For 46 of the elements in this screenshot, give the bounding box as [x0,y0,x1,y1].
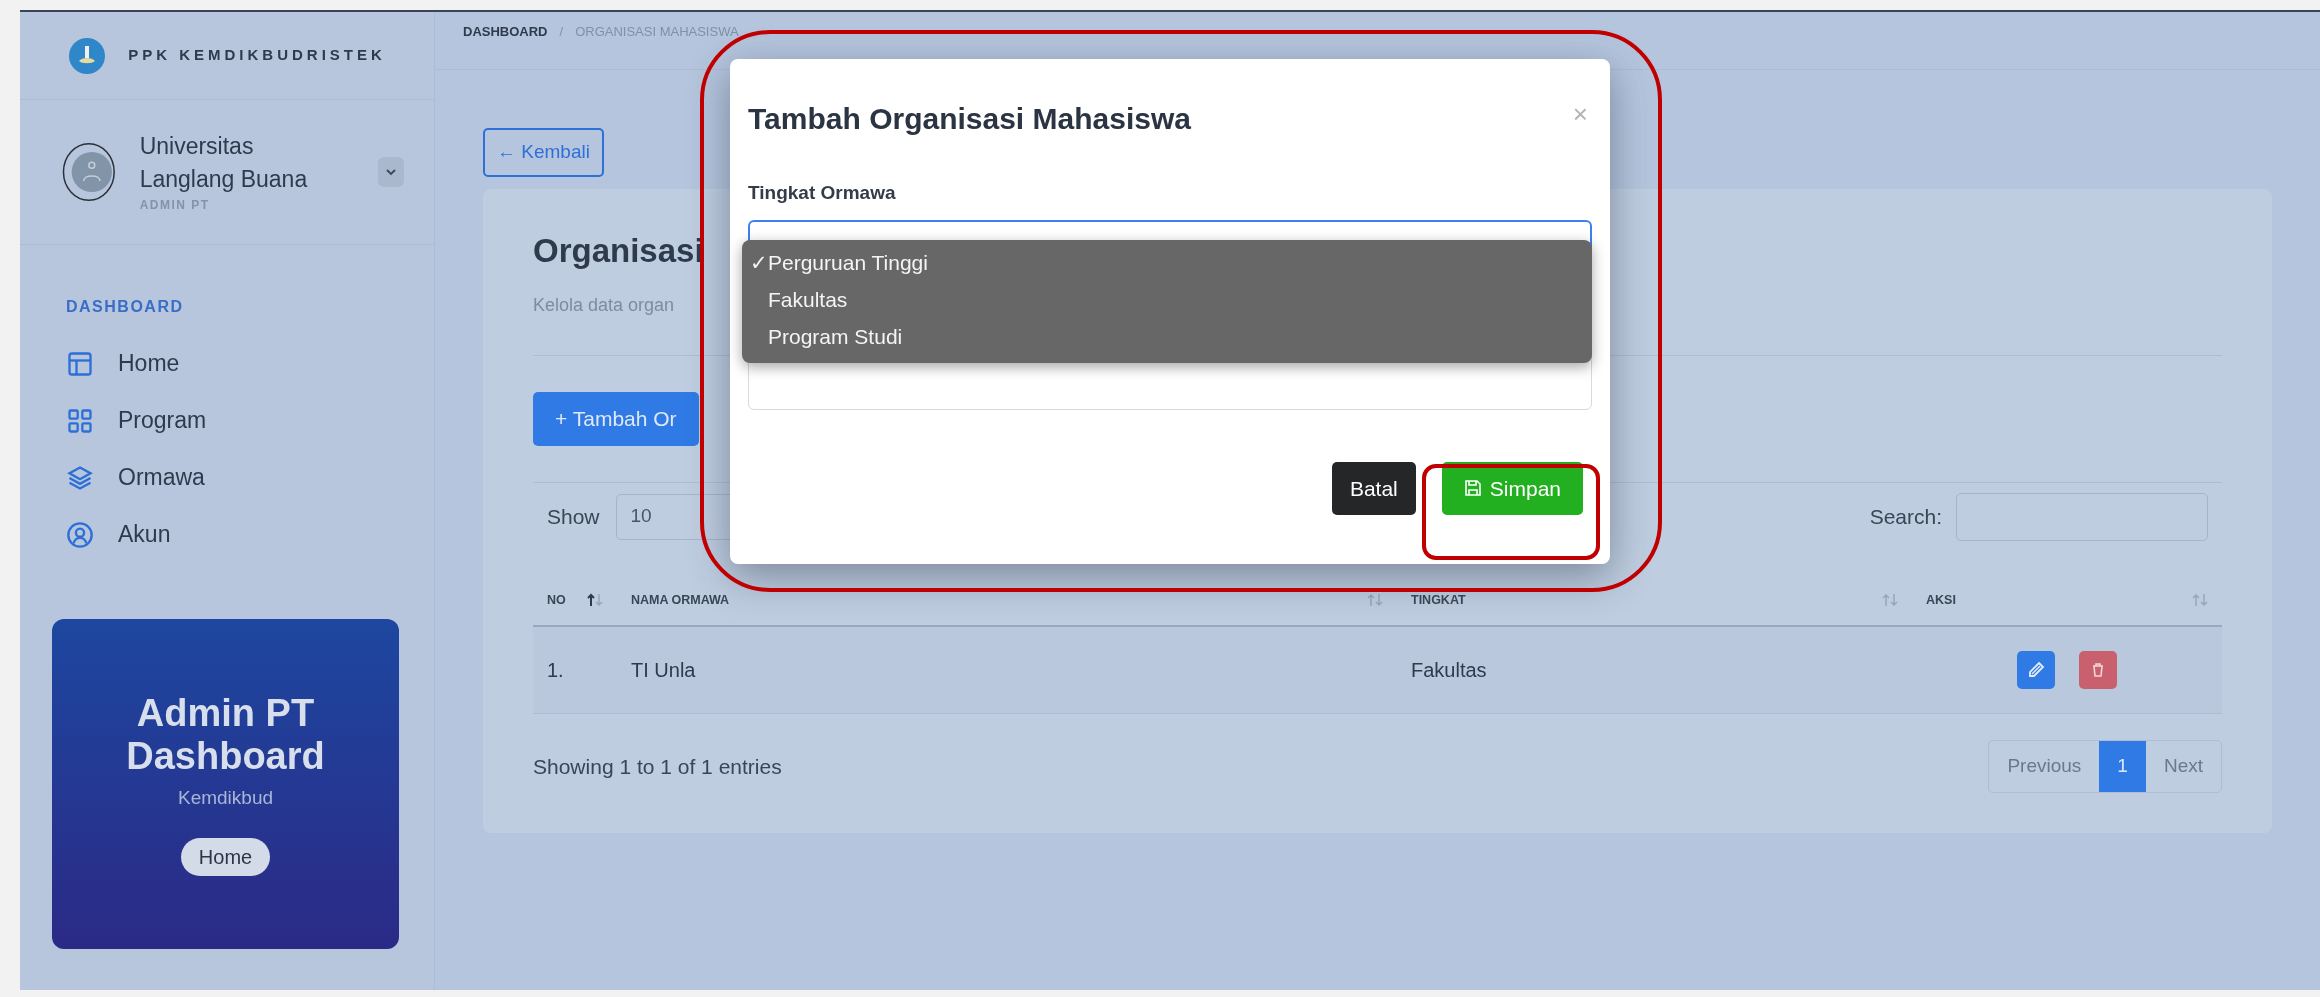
delete-button[interactable] [2079,651,2117,690]
pencil-icon [2027,661,2045,680]
dropdown-option[interactable]: Program Studi [742,318,911,355]
profile-name: Universitas Langlang Buana [139,132,309,194]
page-subtitle: Kelola data organ [533,294,675,318]
breadcrumb-item[interactable]: DASHBOARD [463,22,548,42]
user-icon [66,520,94,549]
promo-title: Admin PT Dashboard [125,691,326,778]
column-header[interactable]: NO [547,590,566,610]
table-cell: Fakultas [1411,659,1487,682]
edit-button[interactable] [2017,651,2055,690]
nav-item[interactable]: Program [20,392,434,449]
grid-icon [66,406,94,435]
nav-item[interactable]: Home [20,335,434,392]
dropdown-option[interactable]: ✓Perguruan Tinggi [742,244,936,281]
search-field[interactable] [1956,492,2208,541]
page-button[interactable]: 1 [2099,741,2146,792]
entries-info: Showing 1 to 1 of 1 entries [533,753,782,780]
nav-item[interactable]: Ormawa [20,449,434,506]
column-header[interactable]: NAMA ORMAWA [631,590,730,610]
brand-name: PPK KEMDIKBUDRISTEK [128,45,386,66]
home-button[interactable]: Home [180,838,271,877]
save-button[interactable]: Simpan [1441,461,1583,515]
column-header[interactable]: AKSI [1926,590,1956,610]
column-header[interactable]: TINGKAT [1411,590,1466,610]
search-label: Search: [1869,503,1942,530]
back-button[interactable]: ← Kembali [483,128,604,177]
page-title: Organisasi [533,230,704,271]
cancel-button[interactable]: Batal [1331,461,1416,515]
dropdown-button[interactable] [378,157,404,187]
save-icon [1463,479,1482,498]
show-label: Show [547,503,600,530]
modal-title: Tambah Organisasi Mahasiswa [748,101,1191,137]
nav-item[interactable]: Akun [20,506,434,563]
section-label: DASHBOARD [66,297,185,317]
promo-subtitle: Kemdikbud [177,785,274,810]
breadcrumb-separator: / [559,23,564,41]
layout-icon [66,349,94,378]
add-button[interactable]: + Tambah Or [533,392,699,446]
layers-icon [66,463,94,492]
dropdown-option[interactable]: Fakultas [742,281,856,318]
emblem-icon [68,36,107,75]
trash-icon [2091,662,2105,679]
field-label: Tingkat Ormawa [748,181,897,205]
table-cell: TI Unla [631,659,696,682]
table-cell: 1. [547,659,564,682]
